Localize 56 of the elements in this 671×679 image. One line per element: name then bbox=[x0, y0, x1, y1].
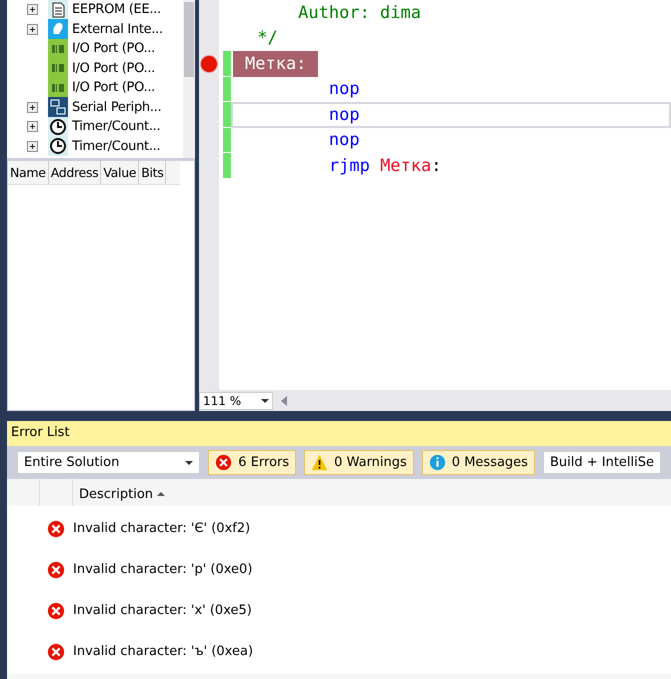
io-port-icon bbox=[48, 78, 68, 98]
expand-icon[interactable] bbox=[27, 140, 38, 152]
code-token: Метка bbox=[380, 156, 432, 176]
error-message[interactable]: Invalid character: 'Є' (0xf2) bbox=[73, 521, 250, 536]
column-header[interactable]: Bits bbox=[139, 161, 166, 184]
code-token: : bbox=[431, 156, 442, 176]
clock-icon bbox=[48, 116, 68, 137]
tree-item[interactable]: External Inte... bbox=[72, 22, 163, 37]
code-token: rjmp bbox=[328, 156, 370, 176]
column-header[interactable]: Value bbox=[101, 161, 140, 184]
network-icon bbox=[48, 97, 68, 118]
error-message[interactable]: Invalid character: 'ъ' (0xea) bbox=[73, 644, 254, 659]
panel-title: Error List bbox=[7, 421, 671, 446]
sort-arrow-icon bbox=[157, 492, 166, 496]
expand-icon[interactable] bbox=[27, 121, 38, 132]
error-message[interactable]: Invalid character: 'р' (0xe0) bbox=[73, 562, 252, 577]
code-token: Author: dima bbox=[298, 2, 421, 23]
error-icon bbox=[215, 454, 232, 471]
error-icon bbox=[47, 602, 65, 620]
breakpoint-icon[interactable] bbox=[200, 54, 218, 73]
expand-icon[interactable] bbox=[27, 4, 38, 16]
column-header[interactable]: Name bbox=[8, 161, 49, 184]
tree-item[interactable]: Timer/Count... bbox=[72, 138, 160, 154]
column-header[interactable]: Address bbox=[48, 161, 102, 184]
tree-item[interactable]: I/O Port (PO... bbox=[72, 80, 155, 96]
tree-item[interactable]: Timer/Count... bbox=[72, 119, 160, 134]
tree-item[interactable]: I/O Port (PO... bbox=[72, 41, 155, 56]
expand-icon[interactable] bbox=[27, 24, 38, 35]
code-token: */ bbox=[257, 28, 278, 48]
column-header[interactable]: Description bbox=[73, 486, 166, 502]
error-filter-button[interactable]: 6 Errors bbox=[208, 450, 296, 475]
io-port-icon bbox=[48, 38, 68, 59]
tree-item[interactable]: I/O Port (PO... bbox=[72, 60, 155, 76]
error-icon bbox=[47, 520, 65, 538]
scope-dropdown[interactable]: Entire Solution bbox=[17, 451, 200, 474]
code-editor[interactable]: Author: dima */ Метка: nop nop nop rjmp Метка: bbox=[199, 0, 671, 390]
code-token: nop bbox=[328, 79, 360, 100]
error-icon bbox=[47, 560, 65, 578]
code-token: Метка: bbox=[233, 50, 318, 77]
scrollbar[interactable] bbox=[183, 0, 195, 158]
error-message[interactable]: Invalid character: 'х' (0xe5) bbox=[73, 603, 252, 618]
info-icon bbox=[428, 454, 446, 471]
tree-item[interactable]: Serial Periph... bbox=[72, 100, 162, 115]
zoom-dropdown[interactable]: 111 % bbox=[199, 392, 273, 410]
source-dropdown[interactable]: Build + IntelliSe bbox=[542, 451, 661, 474]
scroll-left-icon[interactable] bbox=[281, 396, 287, 406]
dropdown-arrow-icon[interactable] bbox=[185, 460, 194, 464]
warning-filter-button[interactable]: 0 Warnings bbox=[304, 450, 414, 475]
expand-icon[interactable] bbox=[27, 102, 38, 113]
code-token: nop bbox=[328, 130, 360, 150]
warning-icon bbox=[311, 454, 328, 471]
tree-item[interactable]: EEPROM (EE... bbox=[72, 2, 161, 18]
error-icon bbox=[47, 642, 65, 660]
info-filter-button[interactable]: 0 Messages bbox=[422, 450, 535, 475]
code-token: nop bbox=[328, 104, 360, 125]
dropdown-arrow-icon[interactable] bbox=[261, 398, 269, 402]
